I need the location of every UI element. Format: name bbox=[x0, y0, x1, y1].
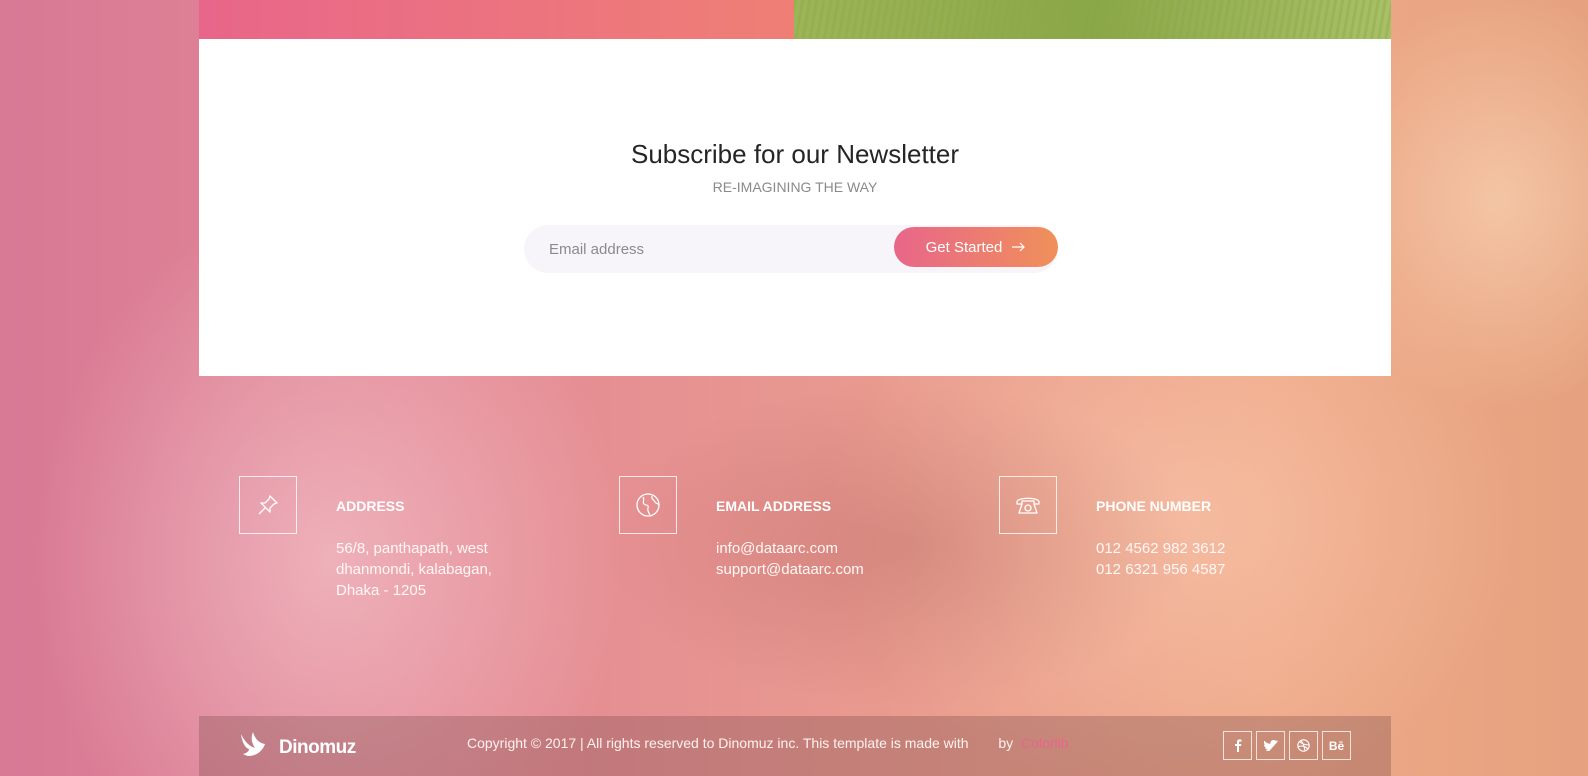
behance-label: Bē bbox=[1328, 738, 1345, 753]
address-line-2: dhanmondi, kalabagan, bbox=[336, 561, 492, 578]
newsletter-form: Get Started bbox=[524, 225, 1058, 273]
email-line-1[interactable]: info@dataarc.com bbox=[716, 538, 864, 559]
phone-icon bbox=[999, 476, 1057, 534]
get-started-label: Get Started bbox=[925, 238, 1003, 256]
get-started-button[interactable]: Get Started bbox=[894, 227, 1058, 267]
hero-strip bbox=[199, 0, 1391, 39]
facebook-icon[interactable] bbox=[1223, 731, 1252, 760]
address-lines: 56/8, panthapath, west dhanmondi, kalaba… bbox=[336, 538, 492, 601]
copyright-by: by bbox=[998, 735, 1014, 751]
newsletter-title: Subscribe for our Newsletter bbox=[630, 139, 960, 169]
address-line-1: 56/8, panthapath, west bbox=[336, 540, 488, 557]
newsletter-section: Subscribe for our Newsletter RE-IMAGININ… bbox=[199, 39, 1391, 376]
globe-icon bbox=[619, 476, 677, 534]
address-line-3: Dhaka - 1205 bbox=[336, 582, 427, 599]
email-lines: info@dataarc.com support@dataarc.com bbox=[716, 538, 864, 580]
phone-lines: 012 4562 982 3612 012 6321 956 4587 bbox=[1096, 538, 1225, 580]
colorlib-link[interactable]: Colorlib bbox=[1021, 735, 1068, 751]
twitter-icon[interactable] bbox=[1256, 731, 1285, 760]
bird-logo-icon bbox=[239, 730, 271, 765]
copyright-text: Copyright © 2017 | All rights reserved t… bbox=[467, 735, 1069, 751]
arrow-right-icon bbox=[1012, 239, 1026, 256]
dribbble-icon[interactable] bbox=[1289, 731, 1318, 760]
logo-text: Dinomuz bbox=[279, 736, 356, 758]
pin-icon bbox=[239, 476, 297, 534]
footer-logo[interactable]: Dinomuz bbox=[239, 730, 356, 765]
address-title: ADDRESS bbox=[336, 498, 405, 514]
footer-bar: Dinomuz Copyright © 2017 | All rights re… bbox=[199, 716, 1391, 776]
hero-grass-image bbox=[794, 0, 1391, 39]
email-title: EMAIL ADDRESS bbox=[716, 498, 832, 514]
email-line-2[interactable]: support@dataarc.com bbox=[716, 559, 864, 580]
email-input[interactable] bbox=[524, 225, 884, 273]
hero-gradient-panel bbox=[199, 0, 794, 39]
newsletter-subtitle: RE-IMAGINING THE WAY bbox=[712, 179, 878, 195]
copyright-main: Copyright © 2017 | All rights reserved t… bbox=[467, 735, 969, 751]
phone-line-1[interactable]: 012 4562 982 3612 bbox=[1096, 538, 1225, 559]
social-links: Bē bbox=[1223, 731, 1351, 760]
phone-line-2[interactable]: 012 6321 956 4587 bbox=[1096, 559, 1225, 580]
phone-title: PHONE NUMBER bbox=[1096, 498, 1212, 514]
behance-icon[interactable]: Bē bbox=[1322, 731, 1351, 760]
